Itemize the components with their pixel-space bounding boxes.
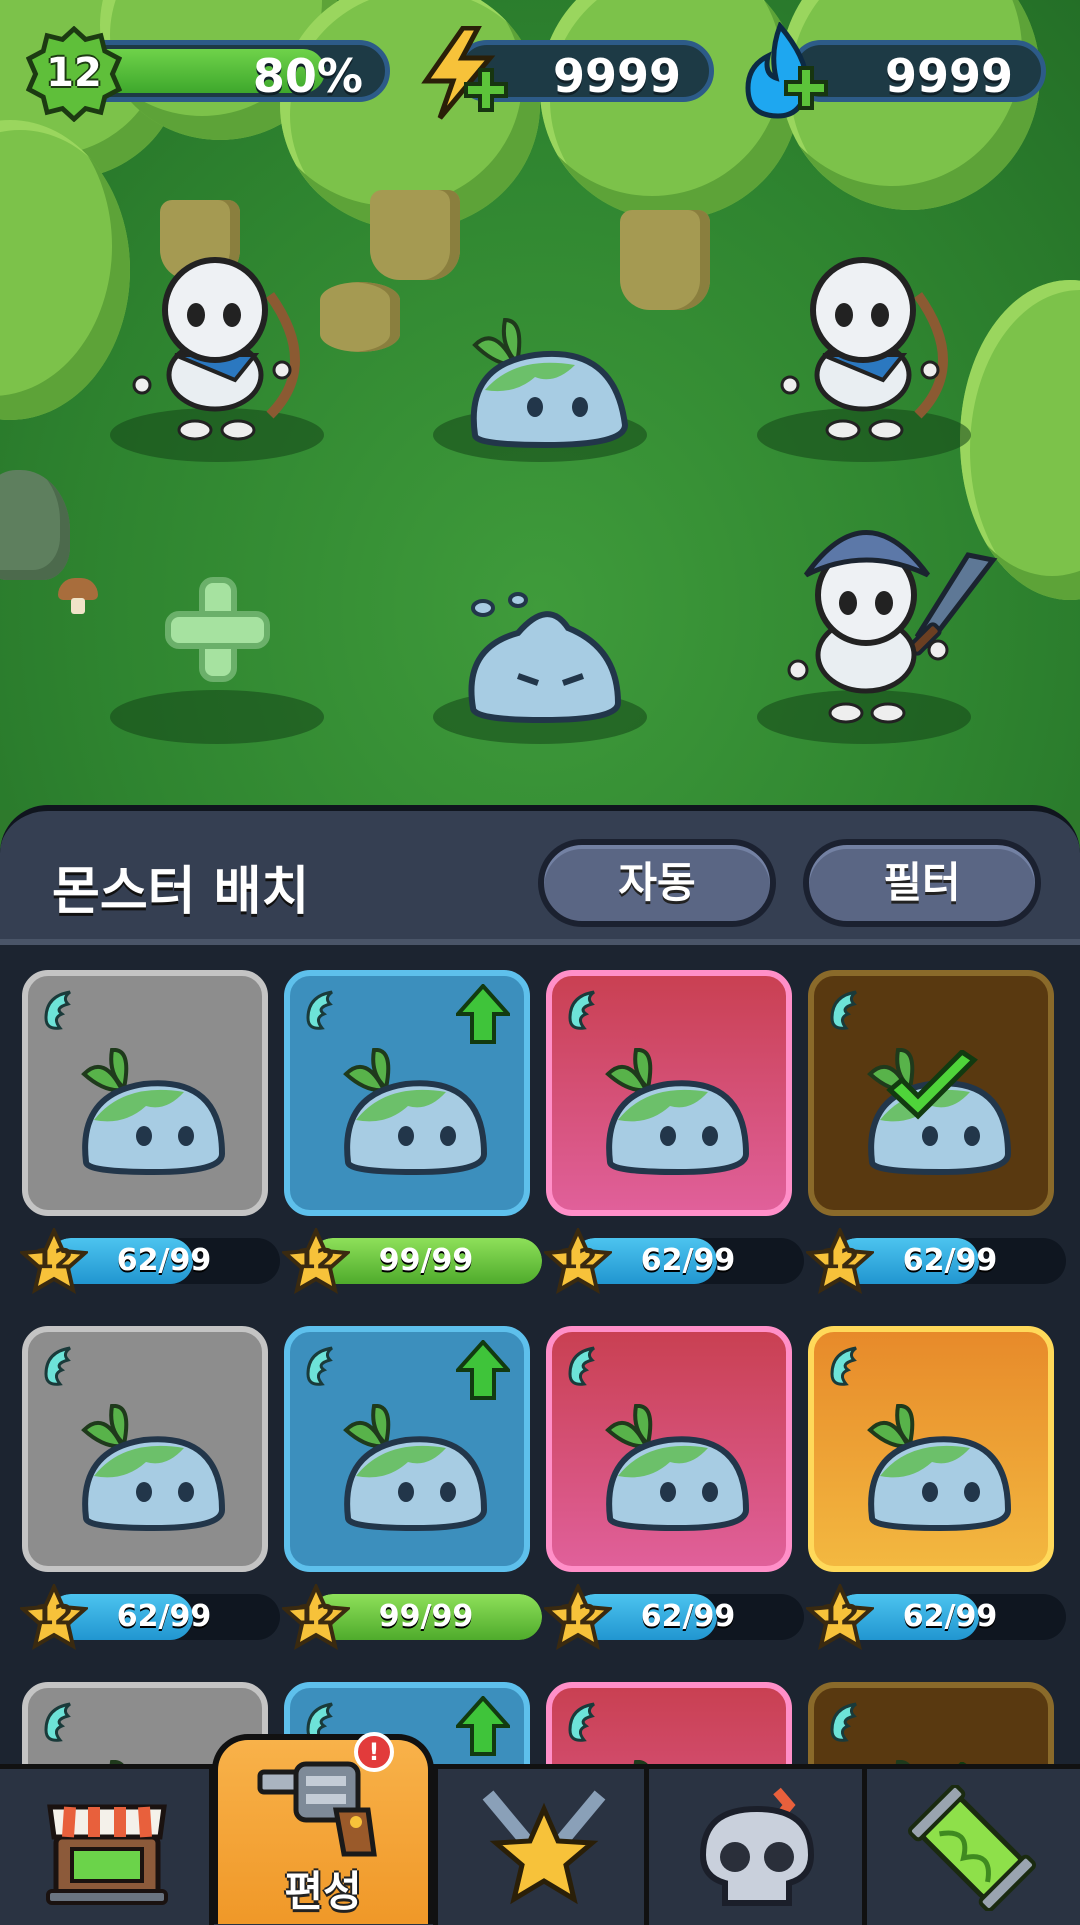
- leaf-slime-portrait: [334, 1047, 494, 1178]
- wing-icon: [564, 1344, 608, 1388]
- wing-icon: [826, 1344, 870, 1388]
- level-star-icon: 12: [804, 1582, 876, 1651]
- leaf-slime-portrait: [596, 1047, 756, 1178]
- monster-card[interactable]: [546, 970, 792, 1216]
- crossed-swords-star-icon: [482, 1790, 606, 1905]
- player-level: 12: [46, 50, 102, 96]
- leaf-slime-portrait: [858, 1403, 1018, 1534]
- rock: [0, 470, 70, 580]
- wing-icon: [40, 1344, 84, 1388]
- dna-capsule-icon: [908, 1785, 1036, 1911]
- card-level: 12: [296, 1598, 336, 1631]
- monster-card[interactable]: [546, 1326, 792, 1572]
- skeleton-swordsman[interactable]: [778, 515, 1008, 730]
- water-slime[interactable]: [458, 588, 628, 728]
- slot-shadow: [110, 690, 324, 744]
- level-star-icon: 12: [542, 1582, 614, 1651]
- lightning-plus-icon[interactable]: [418, 26, 510, 122]
- leaf-slime-portrait: [596, 1403, 756, 1534]
- level-star-icon: 12: [18, 1582, 90, 1651]
- leaf-slime-portrait: [334, 1403, 494, 1534]
- level-star-icon: 12: [18, 1226, 90, 1295]
- skeleton-archer[interactable]: [120, 255, 320, 445]
- filter-button[interactable]: 필터: [803, 839, 1041, 927]
- level-star-icon: 12: [280, 1582, 352, 1651]
- monster-placement-panel: 몬스터 배치 자동 필터 62/99 12 99/99 12 62/99 12 62/99 1…: [0, 805, 1080, 1920]
- nav-shop[interactable]: [0, 1769, 214, 1925]
- auto-button[interactable]: 자동: [538, 839, 776, 927]
- monster-card[interactable]: [284, 1326, 530, 1572]
- leaf-slime[interactable]: [455, 315, 635, 450]
- tree-trunk: [620, 210, 710, 310]
- wing-icon: [302, 988, 346, 1032]
- upgrade-arrow-icon: [453, 1338, 513, 1400]
- wing-icon: [826, 988, 870, 1032]
- level-star-icon: 12: [804, 1226, 876, 1295]
- wing-icon: [826, 1700, 870, 1744]
- battlefield: [0, 0, 1080, 810]
- nav-gene[interactable]: [867, 1769, 1080, 1925]
- nav-battle[interactable]: [433, 1769, 649, 1925]
- monster-level-row: 62/99 12: [18, 1226, 284, 1295]
- wing-icon: [302, 1344, 346, 1388]
- monster-card[interactable]: [284, 970, 530, 1216]
- skull-icon: [699, 1787, 815, 1906]
- bottom-nav: [0, 1764, 1080, 1925]
- monster-card[interactable]: [808, 970, 1054, 1216]
- checkmark-icon: [884, 1048, 980, 1126]
- upgrade-arrow-icon: [453, 982, 513, 1044]
- card-level: 12: [296, 1242, 336, 1275]
- wing-icon: [40, 988, 84, 1032]
- wing-icon: [564, 1700, 608, 1744]
- nav-formation[interactable]: ! 편성: [212, 1732, 434, 1924]
- mana-value: 9999: [884, 49, 1013, 103]
- level-star-icon: 12: [542, 1226, 614, 1295]
- monster-level-row: 62/99 12: [804, 1226, 1070, 1295]
- panel-header: 몬스터 배치 자동 필터: [0, 805, 1080, 945]
- monster-level-row: 62/99 12: [18, 1582, 284, 1651]
- card-level: 12: [820, 1242, 860, 1275]
- monster-level-row: 99/99 12: [280, 1226, 546, 1295]
- card-level: 12: [558, 1242, 598, 1275]
- nav-boss[interactable]: [649, 1769, 867, 1925]
- add-monster-slot-icon[interactable]: [165, 577, 270, 682]
- panel-title: 몬스터 배치: [52, 862, 310, 922]
- leaf-slime-portrait: [72, 1403, 232, 1534]
- monster-card[interactable]: [22, 970, 268, 1216]
- tree-stump: [320, 282, 400, 352]
- mushroom: [58, 578, 98, 614]
- shop-stall-icon: [46, 1804, 168, 1905]
- level-star-icon: 12: [280, 1226, 352, 1295]
- alert-badge: !: [354, 1732, 394, 1772]
- card-level: 12: [820, 1598, 860, 1631]
- nav-formation-label: 편성: [284, 1867, 362, 1916]
- upgrade-arrow-icon: [453, 1694, 513, 1756]
- energy-value: 9999: [552, 49, 681, 103]
- wing-icon: [40, 1700, 84, 1744]
- wing-icon: [564, 988, 608, 1032]
- card-level: 12: [558, 1598, 598, 1631]
- card-level: 12: [34, 1242, 74, 1275]
- monster-level-row: 62/99 12: [542, 1226, 808, 1295]
- monster-level-row: 62/99 12: [542, 1582, 808, 1651]
- leaf-slime-portrait: [72, 1047, 232, 1178]
- skeleton-archer[interactable]: [768, 255, 968, 445]
- card-level: 12: [34, 1598, 74, 1631]
- monster-level-row: 62/99 12: [804, 1582, 1070, 1651]
- tree-trunk: [370, 190, 460, 280]
- monster-card[interactable]: [22, 1326, 268, 1572]
- exp-percent: 80%: [252, 49, 363, 103]
- monster-level-row: 99/99 12: [280, 1582, 546, 1651]
- monster-card[interactable]: [808, 1326, 1054, 1572]
- blue-flame-plus-icon[interactable]: [740, 22, 834, 122]
